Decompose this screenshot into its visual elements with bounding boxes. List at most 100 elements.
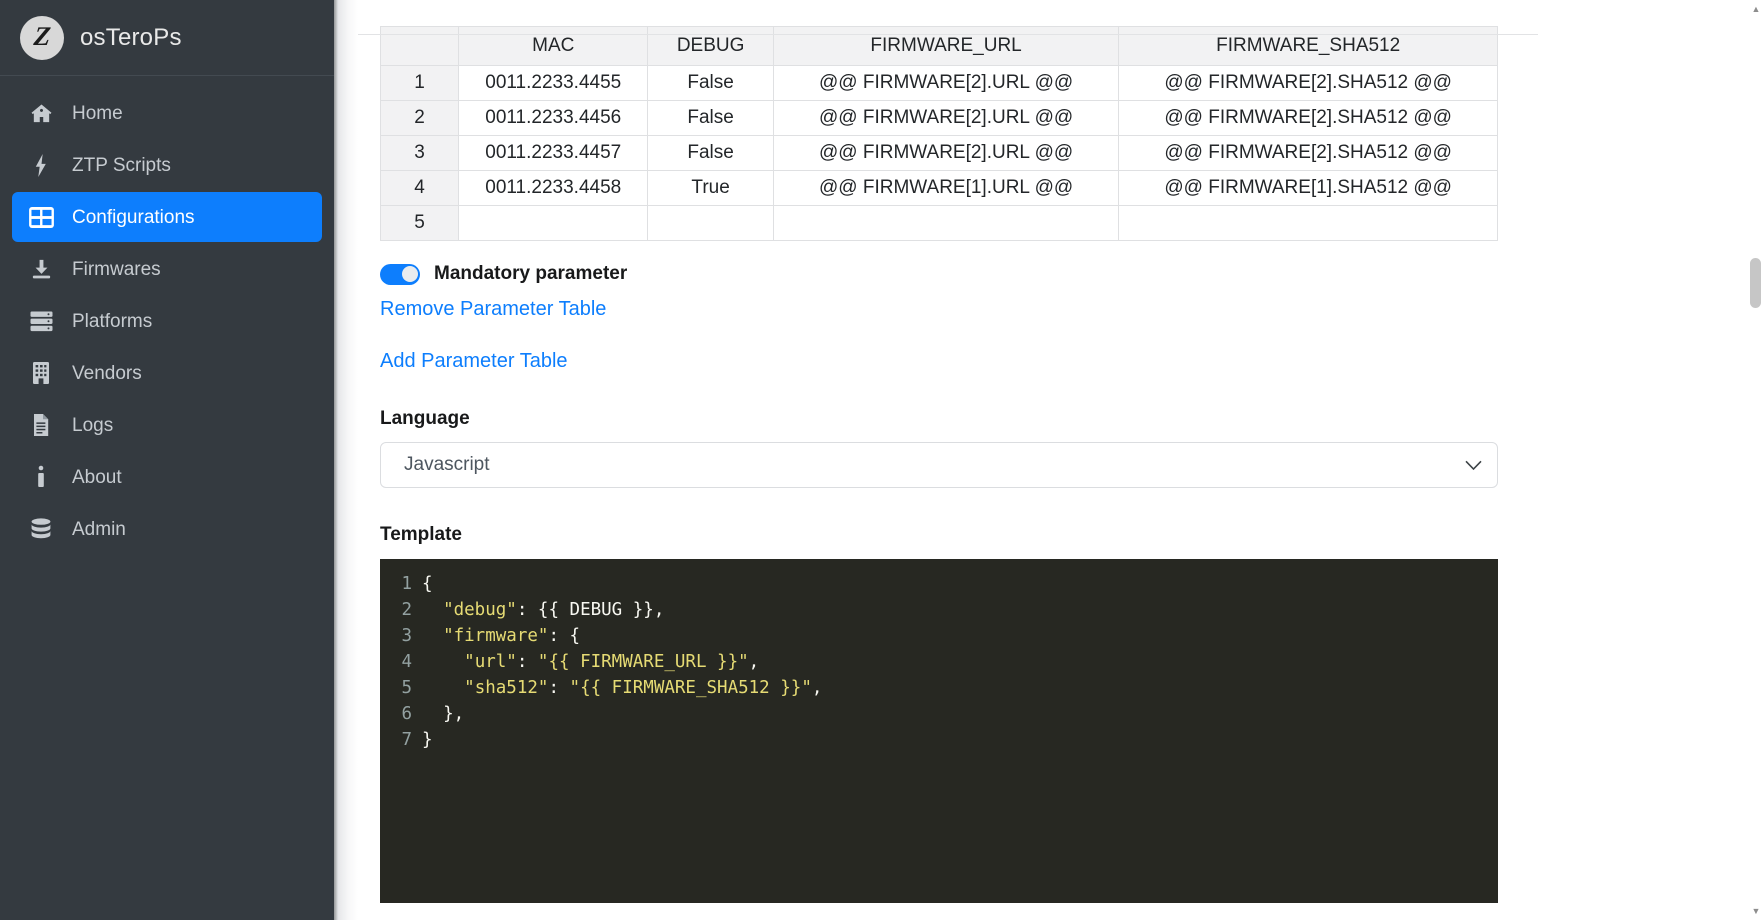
- document-lines-icon: [26, 413, 56, 437]
- sidebar-item-vendors[interactable]: Vendors: [12, 348, 322, 398]
- brand-title: osTeroPs: [80, 23, 182, 51]
- cell-debug[interactable]: False: [647, 100, 774, 136]
- table-row[interactable]: 3 0011.2233.4457 False @@ FIRMWARE[2].UR…: [379, 135, 1498, 171]
- add-parameter-table-link[interactable]: Add Parameter Table: [380, 350, 1764, 372]
- code-token: :: [516, 652, 538, 672]
- sidebar-nav: Home ZTP Scripts Configurations Firmware…: [0, 76, 334, 554]
- row-index: 1: [379, 65, 460, 101]
- cell-debug[interactable]: True: [647, 170, 774, 206]
- cell-firmware-sha512[interactable]: [1118, 205, 1498, 241]
- cell-firmware-sha512[interactable]: @@ FIRMWARE[2].SHA512 @@: [1118, 65, 1498, 101]
- cell-mac[interactable]: 0011.2233.4456: [458, 100, 649, 136]
- download-icon: [26, 257, 56, 281]
- scroll-up-arrow-icon[interactable]: ▲: [1748, 2, 1764, 16]
- cell-firmware-url[interactable]: @@ FIRMWARE[1].URL @@: [772, 170, 1120, 206]
- code-token: "{{ FIRMWARE_URL }}": [537, 652, 749, 672]
- sidebar-item-label: Firmwares: [72, 258, 161, 280]
- line-number: 5: [401, 678, 412, 698]
- code-token: "debug": [443, 600, 517, 620]
- code-token: },: [422, 704, 465, 724]
- cell-mac[interactable]: 0011.2233.4458: [458, 170, 649, 206]
- sidebar-item-platforms[interactable]: Platforms: [12, 296, 322, 346]
- column-header-index: [379, 26, 460, 66]
- mandatory-parameter-toggle[interactable]: [380, 263, 420, 285]
- sidebar-item-label: Admin: [72, 518, 126, 540]
- cell-debug[interactable]: False: [647, 65, 774, 101]
- cell-mac[interactable]: 0011.2233.4457: [458, 135, 649, 171]
- cell-firmware-url[interactable]: @@ FIRMWARE[2].URL @@: [772, 135, 1120, 171]
- sidebar-item-label: ZTP Scripts: [72, 154, 171, 176]
- sidebar-item-configurations[interactable]: Configurations: [12, 192, 322, 242]
- line-number: 7: [401, 730, 412, 750]
- home-icon: [26, 101, 56, 125]
- code-line: 5 "sha512": "{{ FIRMWARE_SHA512 }}",: [380, 675, 1498, 701]
- template-code-editor[interactable]: 1{ 2 "debug" : { { DEBUG }}, 3 "firmware": {…: [380, 559, 1498, 903]
- language-select[interactable]: Javascript: [380, 442, 1498, 488]
- code-text: }: [422, 727, 433, 753]
- cell-firmware-url[interactable]: [772, 205, 1120, 241]
- main-content: MAC DEBUG FIRMWARE_URL FIRMWARE_SHA512 1…: [358, 0, 1764, 920]
- cell-firmware-url[interactable]: @@ FIRMWARE[2].URL @@: [772, 65, 1120, 101]
- sidebar-item-home[interactable]: Home: [12, 88, 322, 138]
- sidebar-item-admin[interactable]: Admin: [12, 504, 322, 554]
- sidebar-item-ztp-scripts[interactable]: ZTP Scripts: [12, 140, 322, 190]
- column-header-firmware-sha512: FIRMWARE_SHA512: [1118, 26, 1498, 66]
- cell-firmware-url[interactable]: @@ FIRMWARE[2].URL @@: [772, 100, 1120, 136]
- table-row[interactable]: 1 0011.2233.4455 False @@ FIRMWARE[2].UR…: [379, 65, 1498, 101]
- code-text: "firmware": {: [422, 623, 580, 649]
- table-row[interactable]: 4 0011.2233.4458 True @@ FIRMWARE[1].URL…: [379, 170, 1498, 206]
- code-text: },: [422, 701, 464, 727]
- cell-firmware-sha512[interactable]: @@ FIRMWARE[1].SHA512 @@: [1118, 170, 1498, 206]
- line-number: 2: [401, 600, 412, 620]
- building-icon: [26, 361, 56, 385]
- row-index: 4: [379, 170, 460, 206]
- code-line: 4 "url": "{{ FIRMWARE_URL }}",: [380, 649, 1498, 675]
- code-token: :: [548, 678, 570, 698]
- line-number: 1: [401, 574, 412, 594]
- sidebar-item-label: Vendors: [72, 362, 142, 384]
- scrollbar-thumb[interactable]: [1750, 258, 1761, 308]
- code-token: }},: [622, 600, 665, 620]
- column-header-mac: MAC: [458, 26, 649, 66]
- brand[interactable]: Z osTeroPs: [0, 0, 334, 76]
- code-token: DEBUG: [569, 600, 623, 620]
- row-index: 5: [379, 205, 460, 241]
- code-token: "url": [464, 652, 517, 672]
- column-header-firmware-url: FIRMWARE_URL: [772, 26, 1120, 66]
- scroll-down-arrow-icon[interactable]: ▼: [1748, 904, 1764, 918]
- cell-firmware-sha512[interactable]: @@ FIRMWARE[2].SHA512 @@: [1118, 135, 1498, 171]
- code-text: {: [422, 571, 433, 597]
- code-text: "sha512": "{{ FIRMWARE_SHA512 }}",: [422, 675, 822, 701]
- code-body: 1{ 2 "debug" : { { DEBUG }}, 3 "firmware": {…: [380, 571, 1498, 753]
- sidebar-item-label: Home: [72, 102, 123, 124]
- line-number: 6: [401, 704, 412, 724]
- row-index: 2: [379, 100, 460, 136]
- language-label: Language: [380, 408, 470, 429]
- app-root: Z osTeroPs Home ZTP Scripts Configuratio…: [0, 0, 1764, 920]
- mandatory-parameter-label: Mandatory parameter: [434, 263, 628, 284]
- code-line: 3 "firmware": {: [380, 623, 1498, 649]
- table-row[interactable]: 5: [379, 205, 1498, 241]
- code-token: : {: [548, 626, 581, 646]
- cell-mac[interactable]: 0011.2233.4455: [458, 65, 649, 101]
- table-header-row: MAC DEBUG FIRMWARE_URL FIRMWARE_SHA512: [379, 26, 1498, 66]
- sidebar-item-about[interactable]: About: [12, 452, 322, 502]
- cell-firmware-sha512[interactable]: @@ FIRMWARE[2].SHA512 @@: [1118, 100, 1498, 136]
- table-row[interactable]: 2 0011.2233.4456 False @@ FIRMWARE[2].UR…: [379, 100, 1498, 136]
- cell-mac[interactable]: [458, 205, 649, 241]
- parameter-table-head: MAC DEBUG FIRMWARE_URL FIRMWARE_SHA512: [379, 26, 1498, 66]
- code-line: 7}: [380, 727, 1498, 753]
- sidebar-item-firmwares[interactable]: Firmwares: [12, 244, 322, 294]
- code-token: ,: [748, 652, 760, 672]
- sidebar-item-logs[interactable]: Logs: [12, 400, 322, 450]
- cell-debug[interactable]: [647, 205, 774, 241]
- remove-parameter-table-link[interactable]: Remove Parameter Table: [380, 298, 1764, 320]
- code-line: 1{: [380, 571, 1498, 597]
- cell-debug[interactable]: False: [647, 135, 774, 171]
- code-token: "firmware": [443, 626, 549, 646]
- code-token: "{{ FIRMWARE_SHA512 }}": [569, 678, 812, 698]
- vertical-scrollbar[interactable]: ▲ ▼: [1748, 0, 1764, 920]
